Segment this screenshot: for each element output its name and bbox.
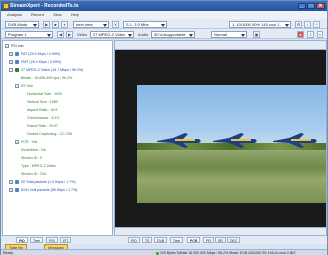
tab-video-ts[interactable]: TS — [142, 237, 153, 243]
collapse-icon[interactable]: - — [15, 84, 19, 89]
tree-row[interactable]: Bitrate : 16,656,490 bps / 96.2% — [21, 75, 72, 82]
tree-row[interactable]: Frame Rate : 29.97 — [27, 123, 58, 130]
menu-bar: Analysis Record View Help — [1, 11, 327, 19]
video-stream-icon — [15, 68, 19, 73]
video-preview-panel — [114, 40, 327, 236]
left-tab-bar: PID Tree PSI EIT — [2, 236, 113, 244]
info-icon[interactable]: i — [304, 21, 311, 28]
tab-video-sr[interactable]: SR — [215, 237, 226, 243]
tab-eit[interactable]: EIT — [60, 237, 72, 243]
record-icon[interactable]: ● — [297, 31, 304, 38]
jet-1 — [157, 133, 201, 148]
stop-button[interactable]: ■ — [52, 21, 59, 28]
export-icon[interactable]: ⇩ — [307, 31, 314, 38]
settings-icon[interactable]: ⚙ — [295, 21, 302, 28]
tab-video-dvb[interactable]: DVB — [154, 237, 168, 243]
menu-analysis[interactable]: Analysis — [7, 12, 22, 17]
packets-icon — [15, 180, 19, 185]
program-select[interactable]: Program 1 — [5, 31, 53, 38]
tab-video-dec[interactable]: DEC — [227, 237, 241, 243]
expand-icon[interactable]: + — [9, 52, 13, 57]
tab-tree[interactable]: Tree — [30, 237, 44, 243]
tab-video-pid[interactable]: PID — [128, 237, 140, 243]
tree-row[interactable]: Aspect Ratio : 16:9 — [27, 107, 57, 114]
tree-row[interactable]: +8191 Null packets (55 Kbps / 1.7%) — [9, 187, 77, 194]
jet-3 — [273, 133, 317, 148]
stream-tree-panel: - PSI info + PAT (25.0 Kbps / 0.09%) + PMT … — [2, 40, 113, 236]
play-button[interactable]: ▶ — [43, 21, 50, 28]
ok-indicator-icon — [156, 251, 159, 255]
close-button[interactable]: ✕ — [316, 3, 325, 9]
collapse-icon[interactable]: - — [9, 68, 13, 73]
tab-psi[interactable]: PSI — [46, 237, 58, 243]
media-select[interactable]: next view — [73, 21, 109, 28]
audio-label: Audio — [138, 32, 149, 37]
status-text: Ready — [3, 251, 14, 255]
service-select[interactable]: 1. 10/1000 00% 145 cool 1. — [229, 21, 291, 28]
expand-icon[interactable]: + — [15, 140, 19, 145]
clear-button[interactable]: ✕ — [112, 21, 119, 28]
help-icon[interactable]: ? — [313, 21, 320, 28]
tree-row[interactable]: Vertical Size : 1080 — [27, 99, 58, 106]
mode-select[interactable]: DVB Mode — [5, 21, 39, 28]
video-toolbar — [115, 41, 326, 50]
tree-row[interactable]: Closed Captioning : CC-708 — [27, 131, 72, 138]
video-select[interactable]: 27 MPEG-2 Video — [90, 31, 134, 38]
window-title: StreamXpert - RecordedTs.ts — [10, 3, 79, 9]
tree-row[interactable]: + PCR : Yes — [15, 139, 37, 146]
status-info: 100 Bytes TsRate 16 000 000 Mbps / 96.2%… — [156, 250, 296, 255]
tree-row[interactable]: +20 Total packets (1.0 Kbps / 1.7%) — [9, 179, 76, 186]
packets-icon — [15, 188, 19, 193]
audio-select[interactable]: 30 Unsupportable — [151, 31, 195, 38]
menu-view[interactable]: View — [53, 12, 62, 17]
expand-icon[interactable]: + — [9, 188, 13, 193]
stats-select[interactable]: Normal — [211, 31, 247, 38]
tree-row[interactable]: - PSI info — [5, 43, 24, 50]
prev-icon[interactable]: ◀ — [57, 31, 64, 38]
tree-row[interactable]: Stream ID : 0 — [21, 155, 42, 162]
tree-row[interactable]: + PAT (25.0 Kbps / 0.09%) — [9, 51, 60, 58]
minimize-button[interactable]: _ — [298, 3, 306, 9]
snapshot-icon[interactable]: ▣ — [253, 31, 260, 38]
tree-row[interactable]: Type : MPEG-2 Video — [21, 163, 56, 170]
video-status-bar — [115, 227, 326, 235]
tree-row[interactable]: Stream ID : 224 — [21, 171, 46, 178]
title-bar: StreamXpert - RecordedTs.ts _ □ ✕ — [1, 1, 327, 11]
tab-pid[interactable]: PID — [16, 237, 28, 243]
tree-row[interactable]: -27 MPEG-2 Video (16.7 Mbps / 96.2%) — [9, 67, 83, 74]
expand-icon[interactable]: + — [9, 60, 13, 65]
video-frame[interactable] — [137, 85, 326, 203]
tree-row[interactable]: Horizontal Size : 1920 — [27, 91, 62, 98]
application-window: StreamXpert - RecordedTs.ts _ □ ✕ Analys… — [0, 0, 328, 255]
tree-row[interactable]: - ES Info — [15, 83, 33, 90]
menu-help[interactable]: Help — [71, 12, 79, 17]
tree-row[interactable]: Chrominance : 4:2:0 — [27, 115, 59, 122]
next-icon[interactable]: ▶ — [66, 31, 73, 38]
expand-icon[interactable]: + — [9, 180, 13, 185]
video-tab-bar: PID TS DVB Tree PCR PR SR DEC — [114, 236, 327, 244]
search-select[interactable]: S 1. 3 0 Mbs — [123, 21, 167, 28]
jet-2 — [213, 133, 257, 148]
pause-button[interactable]: ⏸ — [61, 21, 68, 28]
menu-record[interactable]: Record — [31, 12, 44, 17]
tree-row[interactable]: Scrambled : No — [21, 147, 46, 154]
collapse-icon[interactable]: - — [5, 44, 9, 49]
table-icon — [15, 60, 19, 65]
more-icon[interactable]: » — [317, 31, 323, 38]
tab-video-pr[interactable]: PR — [203, 237, 214, 243]
tab-video-pcr[interactable]: PCR — [187, 237, 201, 243]
tree-row[interactable]: + PMT (25.0 Kbps / 0.09%) — [9, 59, 61, 66]
status-bar: Ready 100 Bytes TsRate 16 000 000 Mbps /… — [1, 249, 327, 255]
tab-video-tree[interactable]: Tree — [170, 237, 184, 243]
app-icon — [3, 3, 9, 9]
table-icon — [15, 52, 19, 57]
main-toolbar: DVB Mode ▶ ■ ⏸ next view ✕ S 1. 3 0 Mbs … — [1, 19, 327, 29]
maximize-button[interactable]: □ — [307, 3, 315, 9]
stream-toolbar: Program 1 ◀ ▶ Video 27 MPEG-2 Video Audi… — [1, 29, 327, 39]
video-label: Video — [77, 32, 88, 37]
